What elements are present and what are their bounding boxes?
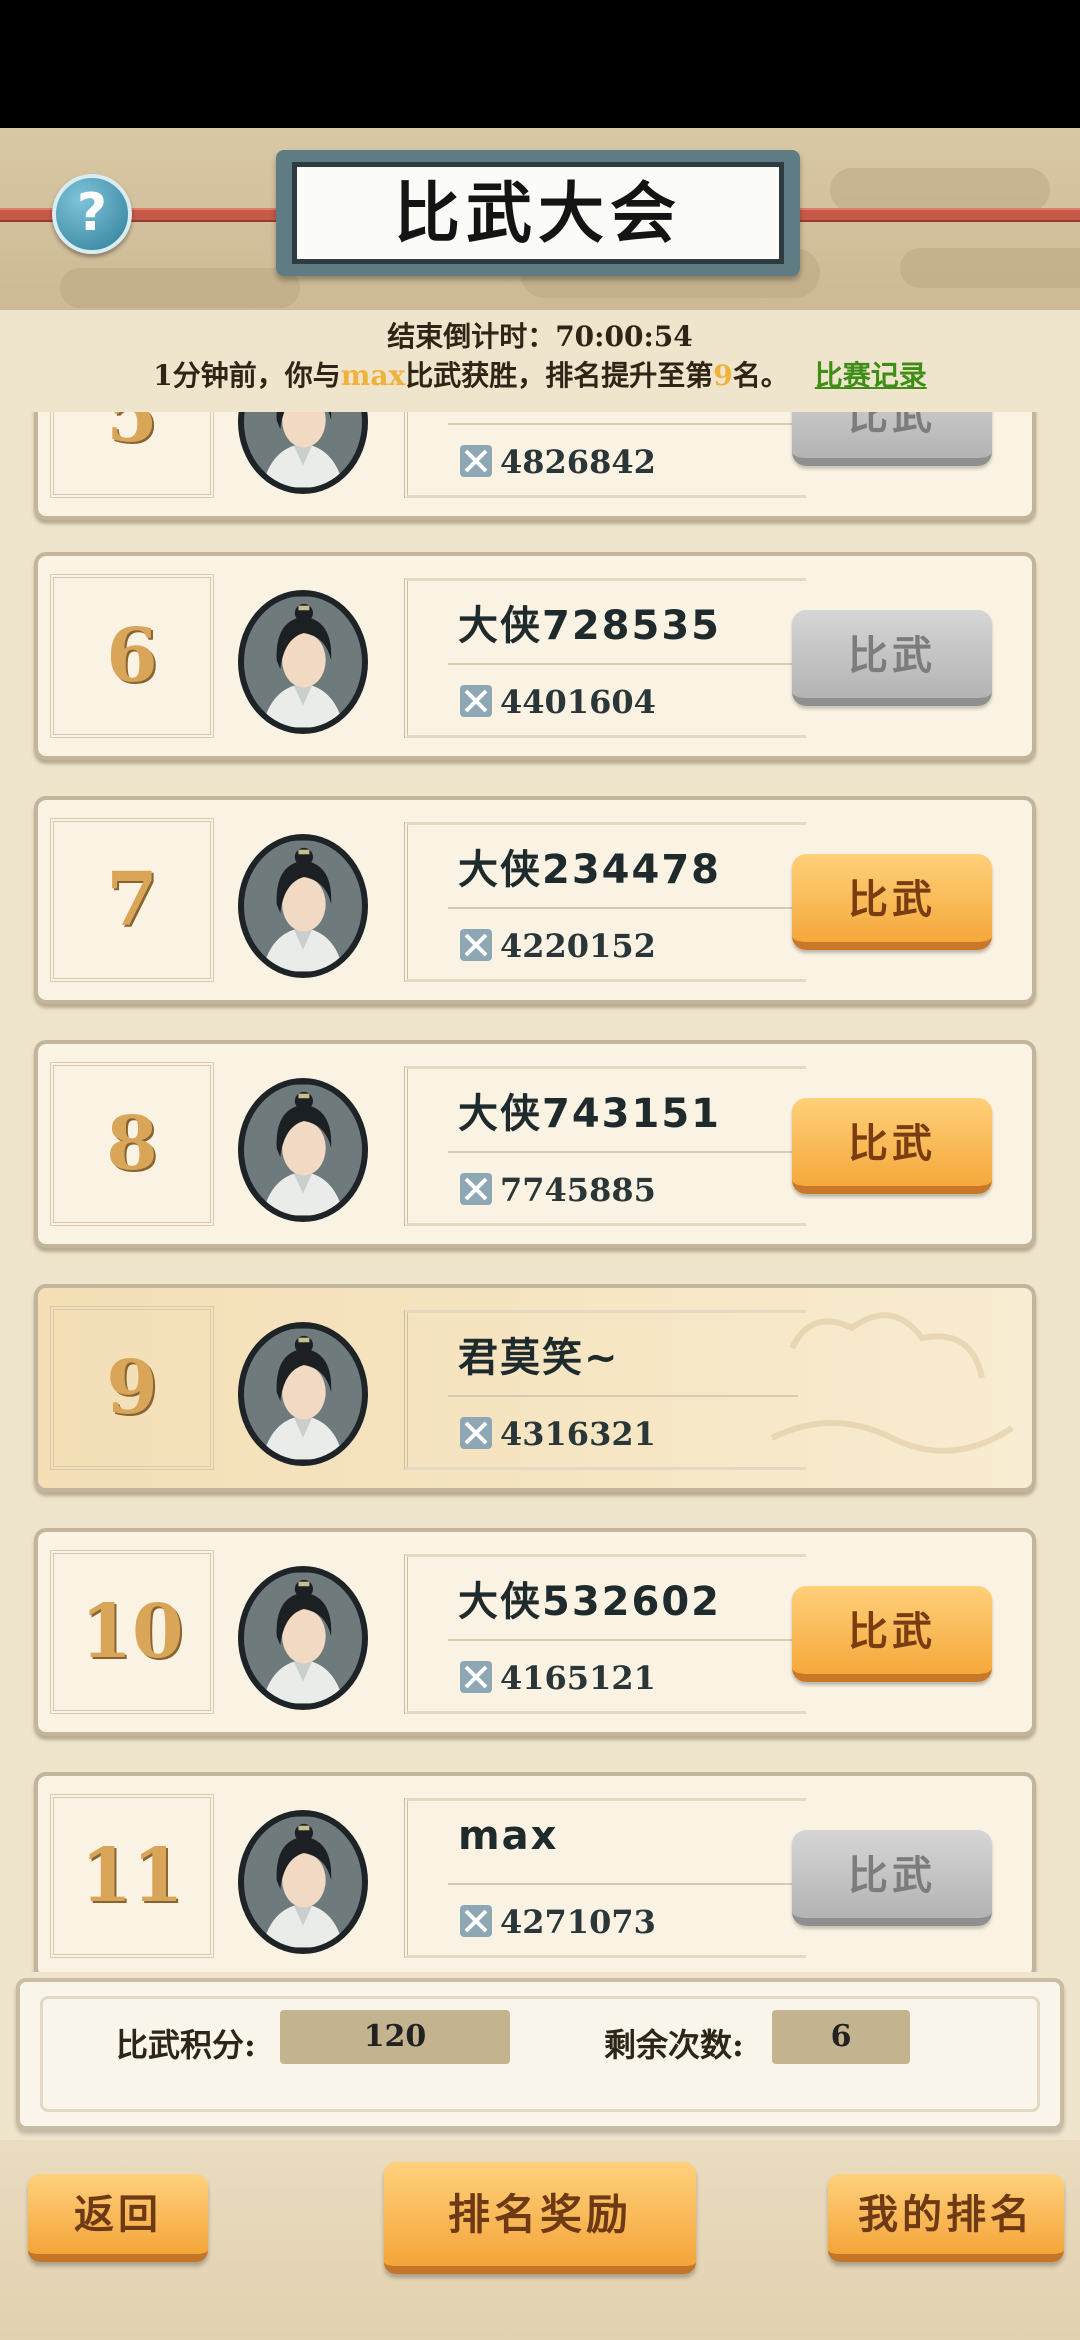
player-info: max 4271073: [404, 1798, 806, 1958]
divider: [448, 423, 798, 425]
rank-row: 11 max 4271073 比武: [34, 1772, 1036, 1972]
combat-power: 4271073: [458, 1903, 656, 1941]
crossed-swords-icon: [460, 1905, 492, 1937]
ranking-list[interactable]: 5 大侠730304 4826842 比武 6 大侠728535: [0, 412, 1080, 1972]
combat-power: 4165121: [458, 1659, 656, 1697]
rank-row: 6 大侠728535 4401604 比武: [34, 552, 1036, 760]
duel-button[interactable]: 比武: [792, 854, 992, 950]
crossed-swords-icon: [460, 445, 492, 477]
player-avatar[interactable]: [238, 412, 368, 494]
divider: [448, 1151, 798, 1153]
countdown-text: 结束倒计时：70:00:54: [387, 320, 693, 353]
combat-power: 4401604: [458, 683, 656, 721]
opponent-name: max: [340, 359, 406, 392]
rank-number: 8: [50, 1062, 214, 1226]
character-portrait: [244, 1328, 362, 1460]
crossed-swords-icon: [460, 929, 492, 961]
combat-power: 7745885: [458, 1171, 656, 1209]
player-name: 君莫笑~: [458, 1335, 620, 1381]
divider: [448, 1883, 798, 1885]
my-rank-button[interactable]: 我的排名: [828, 2174, 1064, 2262]
player-name: 大侠728535: [458, 603, 721, 649]
question-icon: ?: [76, 183, 108, 243]
combat-power: 4826842: [458, 443, 656, 481]
divider: [448, 1395, 798, 1397]
player-info: 大侠532602 4165121: [404, 1554, 806, 1714]
battle-record-link[interactable]: 比赛记录: [815, 359, 927, 392]
rank-number: 5: [50, 412, 214, 498]
rank-number: 7: [50, 818, 214, 982]
player-info: 大侠728535 4401604: [404, 578, 806, 738]
combat-power: 4316321: [458, 1415, 656, 1453]
remaining-value: 6: [772, 2010, 910, 2064]
stats-bar: 比武积分: 120 剩余次数: 6: [16, 1978, 1064, 2130]
rank-number: 9: [50, 1306, 214, 1470]
crossed-swords-icon: [460, 1417, 492, 1449]
duel-button[interactable]: 比武: [792, 1830, 992, 1926]
duel-button[interactable]: 比武: [792, 1586, 992, 1682]
page-title: 比武大会: [394, 174, 682, 252]
player-info: 大侠743151 7745885: [404, 1066, 806, 1226]
character-portrait: [244, 596, 362, 728]
player-info: 大侠234478 4220152: [404, 822, 806, 982]
status-bar: [0, 0, 1080, 128]
character-portrait: [244, 840, 362, 972]
divider: [448, 1639, 798, 1641]
title-plate: 比武大会: [276, 150, 800, 276]
back-button[interactable]: 返回: [28, 2174, 208, 2262]
rank-row: 9 君莫笑~ 4316321: [34, 1284, 1036, 1492]
character-portrait: [244, 1572, 362, 1704]
player-avatar[interactable]: [238, 590, 368, 734]
player-avatar[interactable]: [238, 1322, 368, 1466]
rank-number: 10: [50, 1550, 214, 1714]
divider: [448, 663, 798, 665]
character-portrait: [244, 412, 362, 488]
crossed-swords-icon: [460, 685, 492, 717]
combat-power: 4220152: [458, 927, 656, 965]
duel-button[interactable]: 比武: [792, 412, 992, 466]
duel-button[interactable]: 比武: [792, 610, 992, 706]
rank-number: 11: [50, 1794, 214, 1958]
player-info: 大侠730304 4826842: [404, 412, 806, 498]
crossed-swords-icon: [460, 1173, 492, 1205]
remaining-label: 剩余次数:: [604, 2026, 744, 2064]
help-button[interactable]: ?: [52, 174, 132, 254]
duel-button[interactable]: 比武: [792, 1098, 992, 1194]
player-name: 大侠234478: [458, 847, 721, 893]
character-portrait: [244, 1816, 362, 1948]
rank-row: 5 大侠730304 4826842 比武: [34, 412, 1036, 520]
player-info: 君莫笑~ 4316321: [404, 1310, 806, 1470]
player-avatar[interactable]: [238, 834, 368, 978]
crossed-swords-icon: [460, 1661, 492, 1693]
rank-row: 7 大侠234478 4220152 比武: [34, 796, 1036, 1004]
points-value: 120: [280, 2010, 510, 2064]
player-name: 大侠743151: [458, 1091, 721, 1137]
character-portrait: [244, 1084, 362, 1216]
ranking-rewards-button[interactable]: 排名奖励: [384, 2162, 696, 2274]
player-avatar[interactable]: [238, 1078, 368, 1222]
rank-number: 6: [50, 574, 214, 738]
player-avatar[interactable]: [238, 1566, 368, 1710]
player-avatar[interactable]: [238, 1810, 368, 1954]
battle-message: 1分钟前，你与max比武获胜，排名提升至第9名。 比赛记录: [153, 359, 927, 392]
points-label: 比武积分:: [116, 2026, 256, 2064]
player-name: 大侠532602: [458, 1579, 721, 1625]
new-rank: 9: [713, 359, 733, 392]
rank-row: 8 大侠743151 7745885 比武: [34, 1040, 1036, 1248]
player-name: max: [458, 1813, 559, 1859]
rank-row: 10 大侠532602 4165121 比武: [34, 1528, 1036, 1736]
divider: [448, 907, 798, 909]
